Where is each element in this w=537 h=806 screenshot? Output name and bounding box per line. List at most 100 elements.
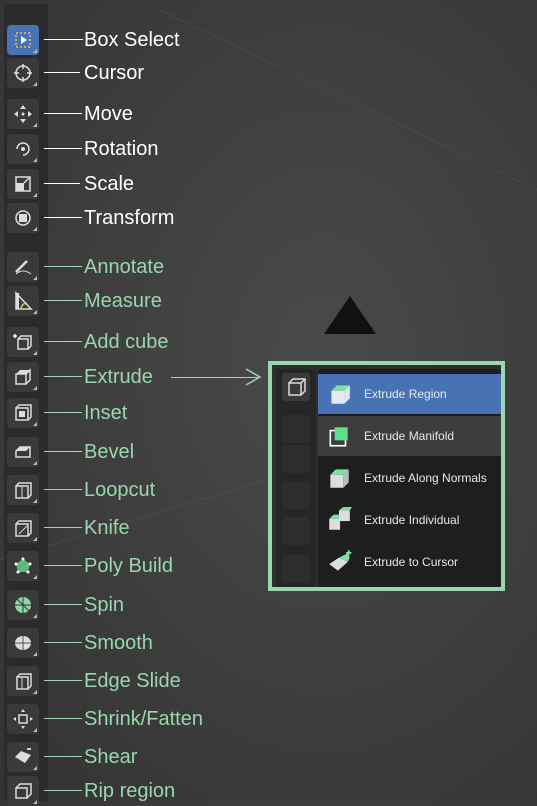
annotation-line [44, 72, 80, 73]
tool-button-smooth[interactable] [7, 628, 39, 658]
tool-spin: Spin [0, 590, 537, 620]
annotation-line [44, 217, 82, 218]
tool-rip-region: Rip region [0, 776, 537, 806]
tool-button-inset[interactable] [7, 398, 39, 428]
tool-annotation-label: Bevel [84, 441, 135, 463]
tool-annotation-label: Cursor [84, 62, 145, 84]
tool-button-rip-region[interactable] [7, 776, 39, 806]
tool-annotation-label: Scale [84, 173, 135, 195]
tool-button-transform[interactable] [7, 203, 39, 233]
tool-button-spin[interactable] [7, 590, 39, 620]
tool-rotation: Rotation [0, 134, 537, 164]
tool-annotation-label: Inset [84, 402, 128, 424]
tool-button-box-select[interactable] [7, 25, 39, 55]
tool-annotation-label: Move [84, 103, 133, 125]
menu-item-extrude-to-cursor[interactable]: Extrude to Cursor [318, 542, 501, 582]
menu-item-label: Extrude Individual [364, 513, 460, 527]
tool-cursor: Cursor [0, 58, 537, 88]
extrude-menu: Extrude Region Extrude Manifold Extrude Al… [318, 369, 501, 587]
rip-region-icon [15, 783, 32, 799]
tool-box-select: Box Select [0, 25, 537, 55]
annotation-line [44, 489, 82, 490]
tool-button-add-cube[interactable] [7, 327, 39, 357]
tool-annotate: Annotate [0, 252, 537, 282]
annotation-line [44, 451, 82, 452]
knife-icon [15, 520, 32, 537]
3d-viewport[interactable]: Box Select Cursor Move Rotation Scale Transfo… [0, 0, 537, 806]
popup-bevel-button[interactable] [282, 445, 310, 473]
annotation-line [44, 565, 82, 566]
tool-annotation-label: Add cube [84, 331, 169, 353]
tool-button-measure[interactable] [7, 286, 39, 316]
annotation-line [44, 148, 82, 149]
tool-button-bevel[interactable] [7, 437, 39, 467]
loopcut-icon [15, 482, 32, 499]
menu-item-extrude-region[interactable]: Extrude Region [318, 374, 501, 414]
shrink-fatten-icon [13, 709, 33, 729]
extrude-region-icon [331, 385, 350, 404]
arrow-right-icon [245, 368, 262, 386]
menu-item-extrude-manifold[interactable]: Extrude Manifold [318, 416, 501, 456]
inset-icon [15, 404, 32, 421]
menu-item-extrude-along-normals[interactable]: Extrude Along Normals [318, 458, 501, 498]
extrude-to-cursor-icon [329, 550, 352, 571]
tool-button-shrink-fatten[interactable] [7, 704, 39, 734]
popup-polybuild-button[interactable] [282, 555, 310, 583]
tool-button-scale[interactable] [7, 169, 39, 199]
bevel-icon [15, 446, 31, 458]
tool-button-poly-build[interactable] [7, 551, 39, 581]
annotation-line [44, 718, 82, 719]
annotation-line [44, 341, 82, 342]
tool-annotation-label: Loopcut [84, 479, 156, 501]
tool-button-move[interactable] [7, 99, 39, 129]
shear-icon [15, 748, 31, 763]
annotation-line [44, 790, 82, 791]
tool-shrink-fatten: Shrink/Fatten [0, 704, 537, 734]
tool-button-rotation[interactable] [7, 134, 39, 164]
extrude-popup: Extrude Region Extrude Manifold Extrude Al… [268, 361, 505, 591]
extrude-icon [288, 378, 306, 396]
tool-button-extrude[interactable] [7, 362, 39, 392]
menu-item-label: Extrude Along Normals [364, 471, 487, 485]
menu-item-label: Extrude to Cursor [364, 555, 459, 569]
extrude-along-normals-icon [330, 469, 349, 488]
tool-annotation-label: Rotation [84, 138, 159, 160]
popup-extrude-button[interactable] [282, 373, 310, 401]
tool-annotation-label: Annotate [84, 256, 165, 278]
annotation-line [44, 412, 82, 413]
annotation-line [44, 680, 82, 681]
annotation-line [44, 527, 82, 528]
tool-annotation-label: Measure [84, 290, 162, 312]
transform-icon [15, 210, 31, 226]
tool-button-shear[interactable] [7, 742, 39, 772]
annotation-line [44, 604, 82, 605]
move-icon [14, 105, 32, 123]
tool-annotation-label: Edge Slide [84, 670, 181, 692]
tool-button-loopcut[interactable] [7, 475, 39, 505]
add-cube-icon [13, 334, 32, 350]
smooth-icon [15, 636, 31, 650]
menu-item-extrude-individual[interactable]: Extrude Individual [318, 500, 501, 540]
tool-annotation-label: Smooth [84, 632, 153, 654]
annotation-line [44, 300, 82, 301]
menu-item-label: Extrude Region [364, 387, 447, 401]
scale-icon [15, 176, 31, 192]
popup-knife-button[interactable] [282, 517, 310, 545]
tool-button-knife[interactable] [7, 513, 39, 543]
popup-loopcut-button[interactable] [282, 481, 310, 509]
tool-annotation-label: Knife [84, 517, 130, 539]
annotation-line [44, 756, 82, 757]
popup-inset-button[interactable] [282, 415, 310, 443]
tool-annotation-label: Shear [84, 746, 138, 768]
box-select-icon [15, 32, 31, 48]
tool-smooth: Smooth [0, 628, 537, 658]
annotation-line [44, 39, 83, 40]
tool-annotation-label: Transform [84, 207, 175, 229]
tool-annotation-label: Shrink/Fatten [84, 708, 203, 730]
tool-button-annotate[interactable] [7, 252, 39, 282]
tool-button-edge-slide[interactable] [7, 666, 39, 696]
annotate-icon [15, 260, 32, 275]
tool-measure: Measure [0, 286, 537, 316]
tool-button-cursor[interactable] [7, 58, 39, 88]
cursor-icon [14, 64, 32, 82]
